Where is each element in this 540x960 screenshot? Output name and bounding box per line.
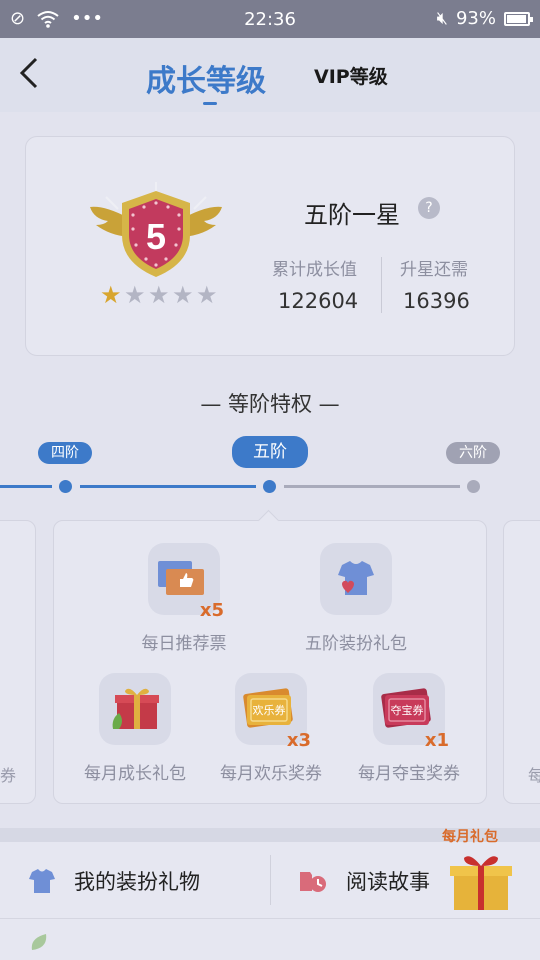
perk-label: 每日推荐票 bbox=[141, 634, 227, 654]
tab-vip-level[interactable]: VIP等级 bbox=[314, 62, 388, 89]
timeline-segment bbox=[0, 485, 52, 488]
monthly-gift-label: 每月礼包 bbox=[442, 829, 498, 845]
chevron-left-icon bbox=[19, 57, 38, 89]
perk-happy-coupon[interactable]: 欢乐券 x3 每月欢乐奖券 bbox=[196, 673, 346, 784]
perk-multiplier: x5 bbox=[199, 600, 224, 621]
active-tab-indicator bbox=[203, 102, 217, 105]
coupon-label: 欢乐券 bbox=[253, 703, 286, 717]
status-bar: ⊘ ••• 22:36 🔇︎ 93% bbox=[0, 0, 540, 38]
gift-box-icon bbox=[99, 673, 171, 745]
tshirt-icon bbox=[320, 543, 392, 615]
perk-daily-ticket[interactable]: x5 每日推荐票 bbox=[109, 543, 259, 654]
star-empty: ★ bbox=[148, 281, 170, 309]
star-empty: ★ bbox=[196, 281, 218, 309]
monthly-gift-float-button[interactable]: 每月礼包 bbox=[442, 826, 516, 916]
timeline-dot-current[interactable] bbox=[263, 480, 276, 493]
ticket-icon: x5 bbox=[148, 543, 224, 621]
prev-card-partial-text: 券 bbox=[0, 766, 17, 785]
timeline-segment bbox=[80, 485, 256, 488]
next-row-item[interactable] bbox=[28, 930, 52, 954]
stats-divider bbox=[381, 257, 382, 313]
menu-divider bbox=[0, 918, 540, 919]
leaf-icon bbox=[31, 934, 47, 950]
timeline-current-level[interactable]: 五阶 bbox=[232, 436, 308, 468]
gift-box-icon bbox=[450, 856, 512, 910]
back-button[interactable] bbox=[18, 56, 40, 98]
battery-percent: 93% bbox=[455, 8, 496, 29]
perk-label: 每月夺宝奖券 bbox=[358, 764, 460, 784]
timeline-dot-prev[interactable] bbox=[59, 480, 72, 493]
book-clock-icon bbox=[300, 872, 326, 892]
perk-treasure-coupon[interactable]: 夺宝券 x1 每月夺宝奖券 bbox=[334, 673, 484, 784]
tshirt-icon bbox=[29, 869, 55, 893]
coupon-icon: 夺宝券 x1 bbox=[373, 673, 449, 751]
tab-growth-label: 成长等级 bbox=[146, 64, 266, 99]
upgrade-label: 升星还需 bbox=[400, 260, 468, 280]
upgrade-value: 16396 bbox=[403, 289, 470, 313]
privileges-card: x5 每日推荐票 五阶装扮礼包 每月成长礼包 欢乐券 x3 每月欢乐奖券 夺宝券… bbox=[53, 520, 487, 804]
coupon-icon: 欢乐券 x3 bbox=[235, 673, 311, 751]
perk-label: 每月欢乐奖券 bbox=[220, 764, 322, 784]
level-badge-icon: 5 ★ ★ ★ ★ ★ bbox=[90, 182, 222, 309]
perk-growth-gift[interactable]: 每月成长礼包 bbox=[60, 673, 210, 784]
star-rating: ★ ★ ★ ★ ★ bbox=[100, 281, 218, 309]
star-filled: ★ bbox=[100, 281, 122, 309]
timeline-dot-next[interactable] bbox=[467, 480, 480, 493]
perk-label: 五阶装扮礼包 bbox=[305, 634, 407, 654]
mute-icon: 🔇︎ bbox=[436, 8, 448, 29]
timeline-segment bbox=[284, 485, 460, 488]
read-stories-label: 阅读故事 bbox=[346, 870, 430, 894]
level-card: 5 ★ ★ ★ ★ ★ 五阶一星 ? 累计成长值 122604 升星还需 163… bbox=[25, 136, 515, 356]
perk-multiplier: x1 bbox=[424, 730, 449, 751]
timeline-next-level[interactable]: 六阶 bbox=[446, 442, 500, 464]
my-dress-gifts-label: 我的装扮礼物 bbox=[74, 870, 200, 894]
level-timeline: 四阶 五阶 六阶 bbox=[0, 432, 540, 502]
badge-number: 5 bbox=[146, 216, 166, 257]
perk-multiplier: x3 bbox=[286, 730, 311, 751]
nav-bar: 成长等级 VIP等级 bbox=[0, 38, 540, 112]
perk-label: 每月成长礼包 bbox=[84, 764, 186, 784]
my-dress-gifts-button[interactable]: 我的装扮礼物 bbox=[28, 866, 200, 896]
star-empty: ★ bbox=[124, 281, 146, 309]
coupon-label: 夺宝券 bbox=[391, 703, 424, 717]
tab-growth-level[interactable]: 成长等级 bbox=[146, 56, 266, 105]
growth-value: 122604 bbox=[278, 289, 359, 313]
next-card-partial-text: 每 bbox=[528, 766, 540, 785]
timeline-prev-level[interactable]: 四阶 bbox=[38, 442, 92, 464]
read-stories-button[interactable]: 阅读故事 bbox=[298, 866, 430, 896]
menu-divider bbox=[270, 855, 271, 905]
battery-icon bbox=[504, 11, 533, 26]
privileges-title: — 等阶特权 — bbox=[200, 392, 340, 416]
star-empty: ★ bbox=[172, 281, 194, 309]
perk-dress-pack[interactable]: 五阶装扮礼包 bbox=[281, 543, 431, 654]
level-name: 五阶一星 bbox=[304, 201, 400, 229]
growth-label: 累计成长值 bbox=[272, 260, 357, 280]
help-icon[interactable]: ? bbox=[418, 197, 440, 219]
